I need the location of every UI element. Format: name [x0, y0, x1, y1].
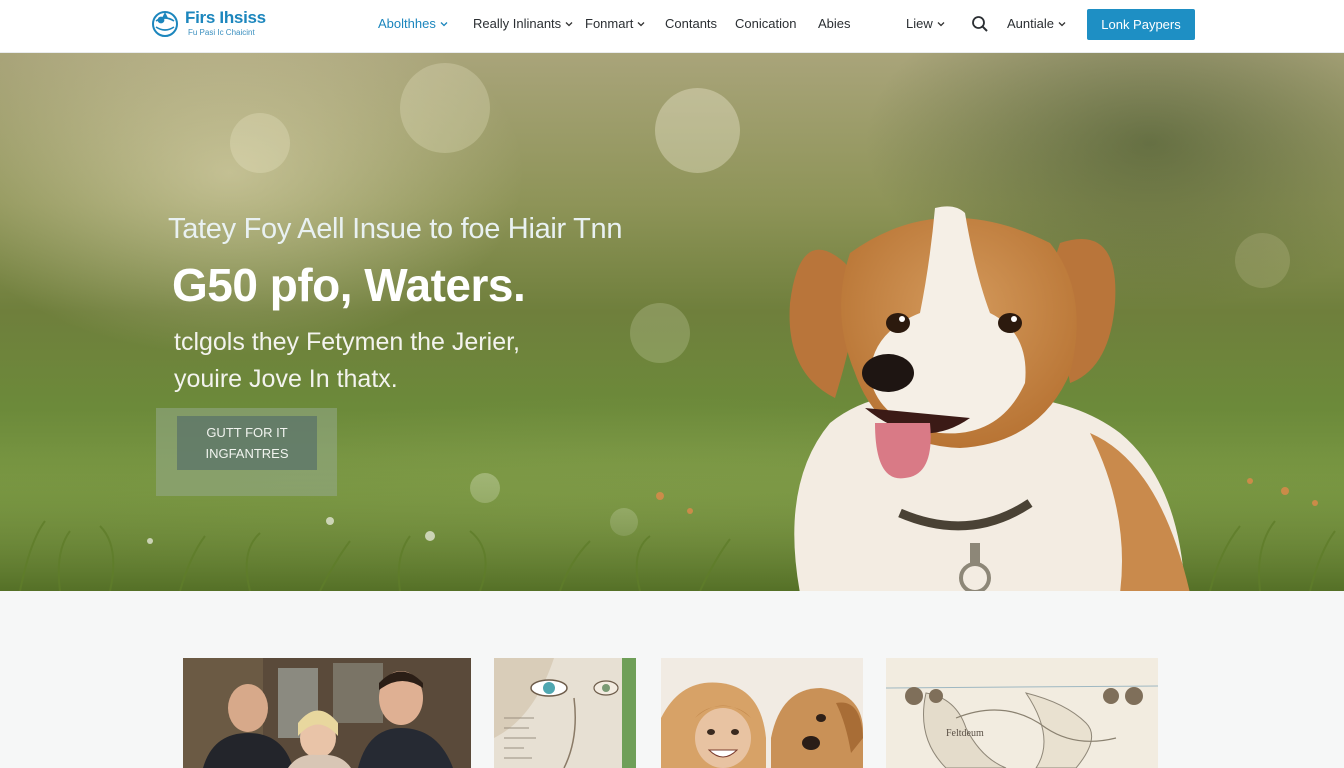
- brand-tagline: Fu Pasi Ic Chaicint: [188, 28, 255, 37]
- search-icon[interactable]: [970, 14, 990, 34]
- chevron-down-icon: [1058, 21, 1066, 26]
- nav-item-abies[interactable]: Abies: [818, 16, 851, 31]
- nav-item-really-inlinants[interactable]: Really Inlinants: [473, 16, 573, 31]
- nav-label: Conication: [735, 16, 797, 31]
- card-eye-illustration[interactable]: [494, 658, 636, 768]
- hero-kicker: Tatey Foy Aell Insue to foe Hiair Tnn: [168, 213, 623, 245]
- chevron-down-icon: [565, 21, 573, 26]
- nav-item-fonmart[interactable]: Fonmart: [585, 16, 645, 31]
- dog-photo: [789, 206, 1190, 591]
- bokeh-light: [655, 88, 740, 173]
- header-cta-button[interactable]: Lonk Paypers: [1087, 9, 1195, 40]
- hero-title: G50 pfo, Waters.: [172, 259, 526, 311]
- nav-label: Liew: [906, 16, 933, 31]
- nav-label: Abies: [818, 16, 851, 31]
- card-dogs[interactable]: [661, 658, 863, 768]
- hero-subtitle: tclgols they Fetymen the Jerier, youire …: [174, 328, 520, 393]
- site-header: Firs Ihsiss Fu Pasi Ic Chaicint Abolthhe…: [0, 0, 1344, 53]
- hero-cta-frame: GUTT FOR IT INGFANTRES: [156, 408, 337, 496]
- brand-logo[interactable]: Firs Ihsiss Fu Pasi Ic Chaicint: [150, 7, 270, 41]
- map-label: Feltdeum: [946, 728, 984, 739]
- nav-label: Contants: [665, 16, 718, 31]
- brand-name: Firs Ihsiss: [185, 8, 266, 27]
- nav-label: Auntiale: [1007, 16, 1054, 31]
- nav-item-auntiale[interactable]: Auntiale: [1007, 16, 1066, 31]
- bokeh-light: [230, 113, 290, 173]
- people-photo: [183, 658, 471, 768]
- nav-item-abolthhes[interactable]: Abolthhes: [378, 16, 448, 31]
- hero-section: Tatey Foy Aell Insue to foe Hiair Tnn G5…: [0, 53, 1344, 591]
- nav-label: Abolthhes: [378, 16, 436, 31]
- bokeh-light: [1235, 233, 1290, 288]
- chevron-down-icon: [637, 21, 645, 26]
- hero-cta-button[interactable]: GUTT FOR IT INGFANTRES: [177, 416, 317, 470]
- map-illustration: Feltdeum: [886, 658, 1158, 768]
- card-map[interactable]: Feltdeum: [886, 658, 1158, 768]
- bokeh-light: [630, 303, 690, 363]
- nav-label: Fonmart: [585, 16, 634, 31]
- dogs-photo: [661, 658, 863, 768]
- globe-logo-icon: [152, 11, 178, 37]
- card-people[interactable]: [183, 658, 471, 768]
- bokeh-light: [400, 63, 490, 153]
- featured-section: Feltdeum: [0, 591, 1344, 768]
- nav-label: Really Inlinants: [473, 16, 562, 31]
- nav-item-conication[interactable]: Conication: [735, 16, 796, 31]
- eye-illustration: [494, 658, 636, 768]
- nav-item-liew[interactable]: Liew: [906, 16, 945, 31]
- chevron-down-icon: [440, 21, 448, 26]
- chevron-down-icon: [937, 21, 945, 26]
- nav-item-contants[interactable]: Contants: [665, 16, 717, 31]
